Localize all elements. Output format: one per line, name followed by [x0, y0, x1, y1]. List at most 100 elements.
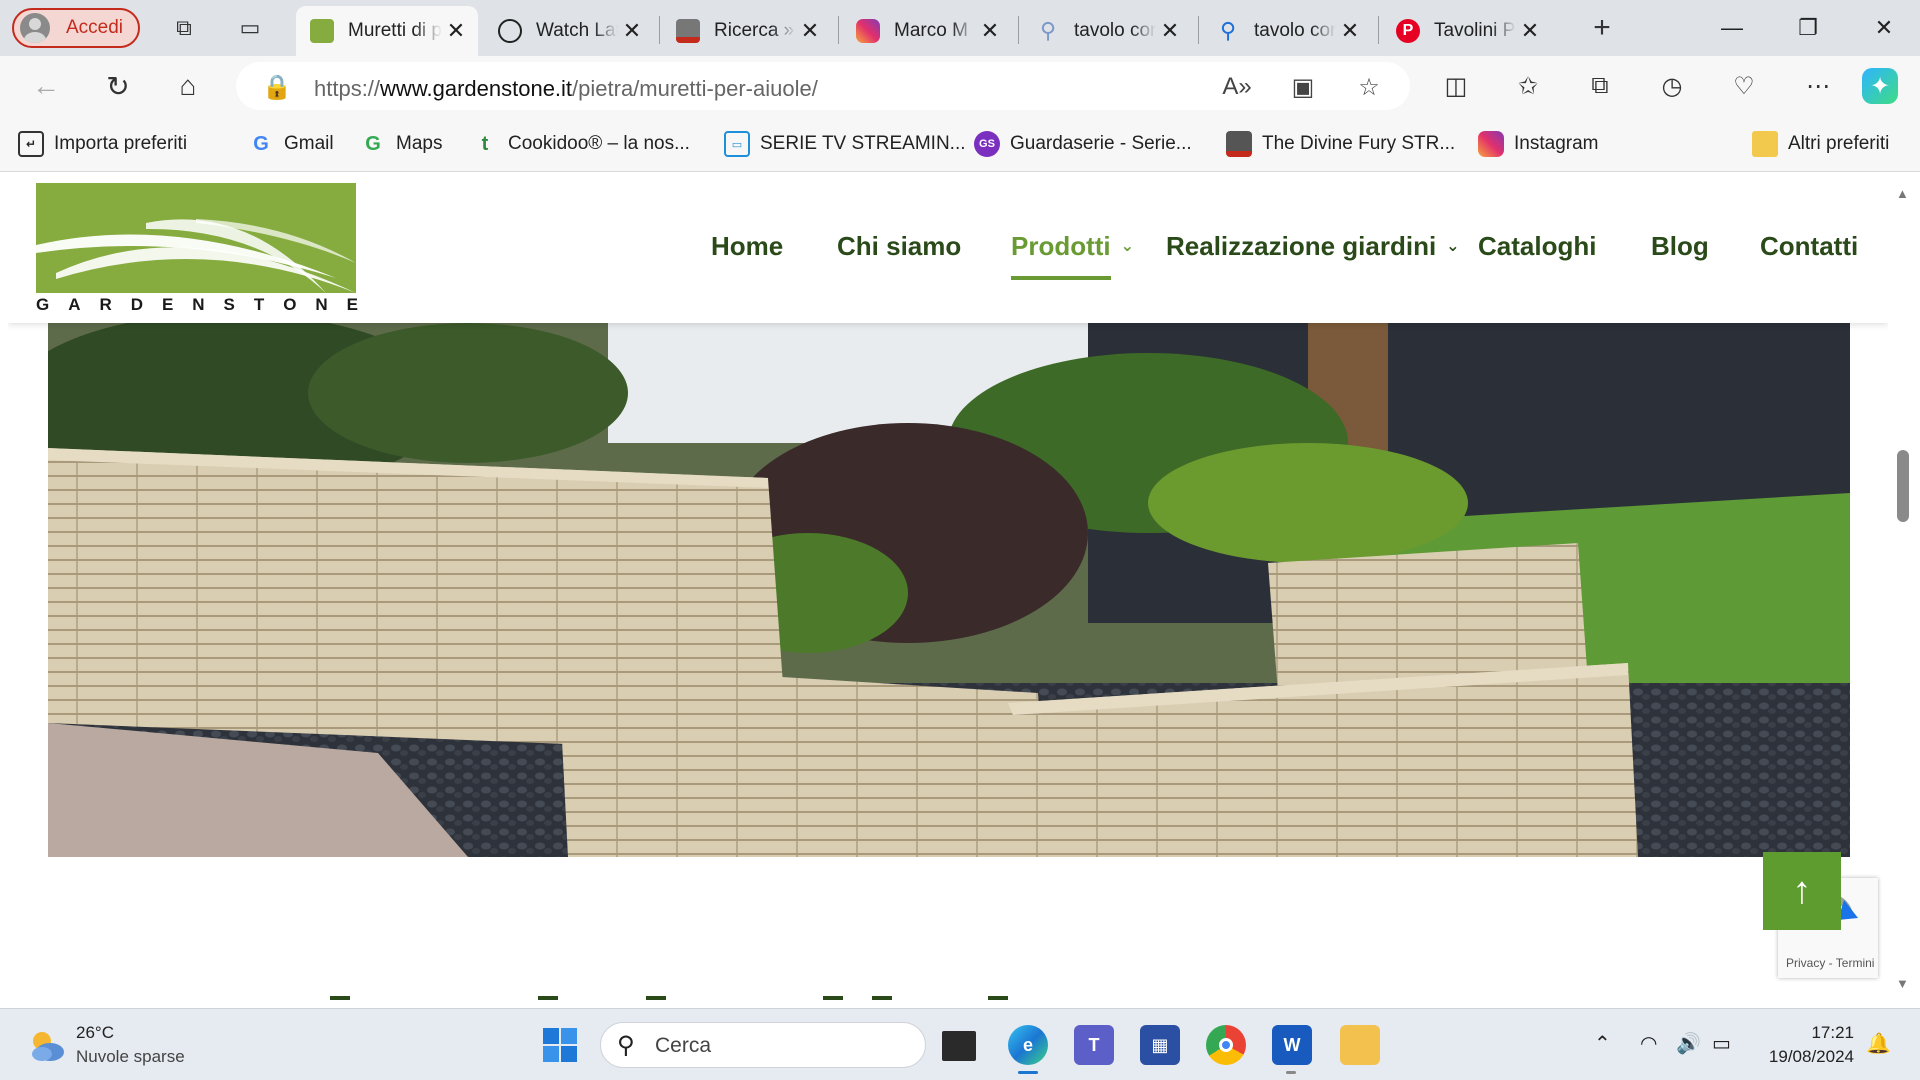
store-icon[interactable]: ▦: [1140, 1025, 1180, 1065]
close-tab-icon[interactable]: ✕: [442, 18, 470, 44]
menu-blog[interactable]: Blog: [1651, 231, 1709, 262]
tab-search-2[interactable]: ⚲ tavolo con sedie ✕: [1202, 6, 1372, 56]
collections-icon[interactable]: ⧉: [1582, 68, 1618, 104]
tab-actions-icon[interactable]: ▭: [232, 10, 268, 46]
weather-icon[interactable]: [26, 1025, 66, 1065]
close-tab-icon[interactable]: ✕: [976, 18, 1004, 44]
word-icon[interactable]: W: [1272, 1025, 1312, 1065]
tab-search-1[interactable]: ⚲ tavolo con sedie ✕: [1022, 6, 1192, 56]
file-explorer-icon[interactable]: [1340, 1025, 1380, 1065]
tab-title: Muretti di pietra per aiuole: [348, 20, 442, 41]
notification-bell-icon[interactable]: 🔔: [1866, 1031, 1891, 1056]
avatar: [20, 13, 50, 43]
bookmark-guardaserie[interactable]: GS Guardaserie - Serie...: [974, 130, 1192, 158]
weather-description[interactable]: Nuvole sparse: [76, 1047, 185, 1067]
page-viewport: GARDENSTONE Home Chi siamo Prodotti ⌄ Rea…: [8, 173, 1888, 1003]
google-icon: G: [365, 132, 381, 155]
teams-icon[interactable]: T: [1074, 1025, 1114, 1065]
close-tab-icon[interactable]: ✕: [796, 18, 824, 44]
more-options-icon[interactable]: ⋯: [1800, 68, 1836, 104]
read-aloud-icon[interactable]: A»: [1222, 72, 1252, 102]
menu-prodotti[interactable]: Prodotti ⌄: [1011, 231, 1134, 262]
close-tab-icon[interactable]: ✕: [1336, 18, 1364, 44]
taskbar-search[interactable]: ⚲ Cerca: [600, 1022, 926, 1068]
back-to-top-button[interactable]: ↑: [1763, 852, 1841, 930]
bookmark-other-folder[interactable]: Altri preferiti: [1752, 130, 1889, 158]
heading-fragment: [823, 996, 843, 1000]
bookmark-import[interactable]: ↵ Importa preferiti: [18, 130, 187, 158]
favorites-icon[interactable]: ✩: [1510, 68, 1546, 104]
bookmark-serietv[interactable]: ▭ SERIE TV STREAMIN...: [724, 130, 966, 158]
immersive-reader-icon[interactable]: ▣: [1288, 72, 1318, 102]
tab-separator: [1018, 16, 1019, 44]
address-bar[interactable]: 🔒 https://www.gardenstone.it/pietra/mure…: [236, 62, 1410, 110]
clock-date[interactable]: 19/08/2024: [1740, 1047, 1854, 1067]
scroll-down-icon[interactable]: ▼: [1896, 976, 1909, 991]
refresh-icon[interactable]: ↻: [98, 66, 138, 106]
logo-letter: N: [192, 295, 205, 314]
url-path: /pietra/muretti-per-aiuole/: [572, 76, 818, 101]
logo-letter: T: [253, 295, 265, 314]
scroll-up-icon[interactable]: ▲: [1896, 186, 1909, 201]
chrome-icon[interactable]: [1206, 1025, 1246, 1065]
wifi-icon[interactable]: ◠: [1640, 1031, 1657, 1056]
scrollbar-thumb[interactable]: [1897, 450, 1909, 522]
tab-gardenstone[interactable]: Muretti di pietra per aiuole ✕: [296, 6, 478, 56]
logo-letter: N: [315, 295, 328, 314]
bookmark-maps[interactable]: G Maps: [360, 130, 442, 158]
bookmark-cookidoo[interactable]: t Cookidoo® – la nos...: [472, 130, 690, 158]
logo-letter: R: [99, 295, 112, 314]
restore-icon[interactable]: ❐: [1778, 0, 1838, 56]
clock-time[interactable]: 17:21: [1762, 1023, 1854, 1043]
split-screen-icon[interactable]: ◫: [1438, 68, 1474, 104]
lock-icon[interactable]: 🔒: [262, 72, 292, 102]
copilot-icon[interactable]: ✦: [1862, 68, 1898, 104]
menu-realizzazione-giardini[interactable]: Realizzazione giardini ⌄: [1166, 231, 1460, 262]
workspaces-icon[interactable]: ⧉: [166, 10, 202, 46]
browser-essentials-icon[interactable]: ♡: [1726, 68, 1762, 104]
favorite-star-icon[interactable]: ☆: [1354, 72, 1384, 102]
active-app-indicator: [1018, 1071, 1038, 1074]
bookmark-gmail[interactable]: G Gmail: [248, 130, 333, 158]
home-icon[interactable]: ⌂: [168, 66, 208, 106]
back-icon[interactable]: ←: [26, 66, 66, 106]
bookmark-instagram[interactable]: Instagram: [1478, 130, 1598, 158]
weather-temperature[interactable]: 26°C: [76, 1023, 114, 1043]
heading-fragment: [988, 996, 1008, 1000]
bookmark-divine-fury[interactable]: The Divine Fury STR...: [1226, 130, 1455, 158]
site-icon: [1226, 131, 1252, 157]
profile-button[interactable]: Accedi: [12, 8, 140, 48]
cookidoo-icon: t: [481, 132, 489, 155]
bookmark-label: Importa preferiti: [54, 133, 188, 154]
history-icon[interactable]: ◷: [1654, 68, 1690, 104]
tab-ricerca[interactable]: Ricerca » The Divine Fury ✕: [662, 6, 832, 56]
edge-icon[interactable]: e: [1008, 1025, 1048, 1065]
tab-watch-later[interactable]: Watch Later ✕: [484, 6, 654, 56]
heading-fragment: [646, 996, 666, 1000]
tab-instagram[interactable]: Marco M ✕: [842, 6, 1012, 56]
chevron-up-icon[interactable]: ⌃: [1594, 1031, 1611, 1056]
minimize-icon[interactable]: —: [1702, 0, 1762, 56]
menu-cataloghi[interactable]: Cataloghi: [1478, 231, 1596, 262]
browser-toolbar: ← ↻ ⌂ 🔒 https://www.gardenstone.it/pietr…: [0, 56, 1920, 116]
guardaserie-icon: GS: [974, 131, 1000, 157]
logo-wordmark: GARDENSTONE: [36, 295, 358, 315]
menu-contatti[interactable]: Contatti: [1760, 231, 1858, 262]
new-tab-icon[interactable]: +: [1584, 10, 1620, 46]
menu-chi-siamo[interactable]: Chi siamo: [837, 231, 961, 262]
close-tab-icon[interactable]: ✕: [618, 18, 646, 44]
close-tab-icon[interactable]: ✕: [1516, 18, 1544, 44]
recaptcha-links[interactable]: Privacy - Termini: [1786, 956, 1874, 970]
url-text[interactable]: https://www.gardenstone.it/pietra/murett…: [314, 76, 818, 102]
battery-icon[interactable]: ▭: [1712, 1031, 1731, 1056]
windows-start-icon[interactable]: [542, 1027, 578, 1063]
garden-wall-photo: [48, 323, 1850, 857]
gardenstone-logo[interactable]: [36, 183, 356, 293]
arrow-up-icon: ↑: [1792, 869, 1812, 912]
tab-pinterest[interactable]: P Tavolini Pinterest ✕: [1382, 6, 1552, 56]
task-view-icon[interactable]: [942, 1031, 976, 1061]
close-tab-icon[interactable]: ✕: [1156, 18, 1184, 44]
close-window-icon[interactable]: ✕: [1854, 0, 1914, 56]
volume-icon[interactable]: 🔊: [1676, 1031, 1701, 1056]
menu-home[interactable]: Home: [711, 231, 783, 262]
